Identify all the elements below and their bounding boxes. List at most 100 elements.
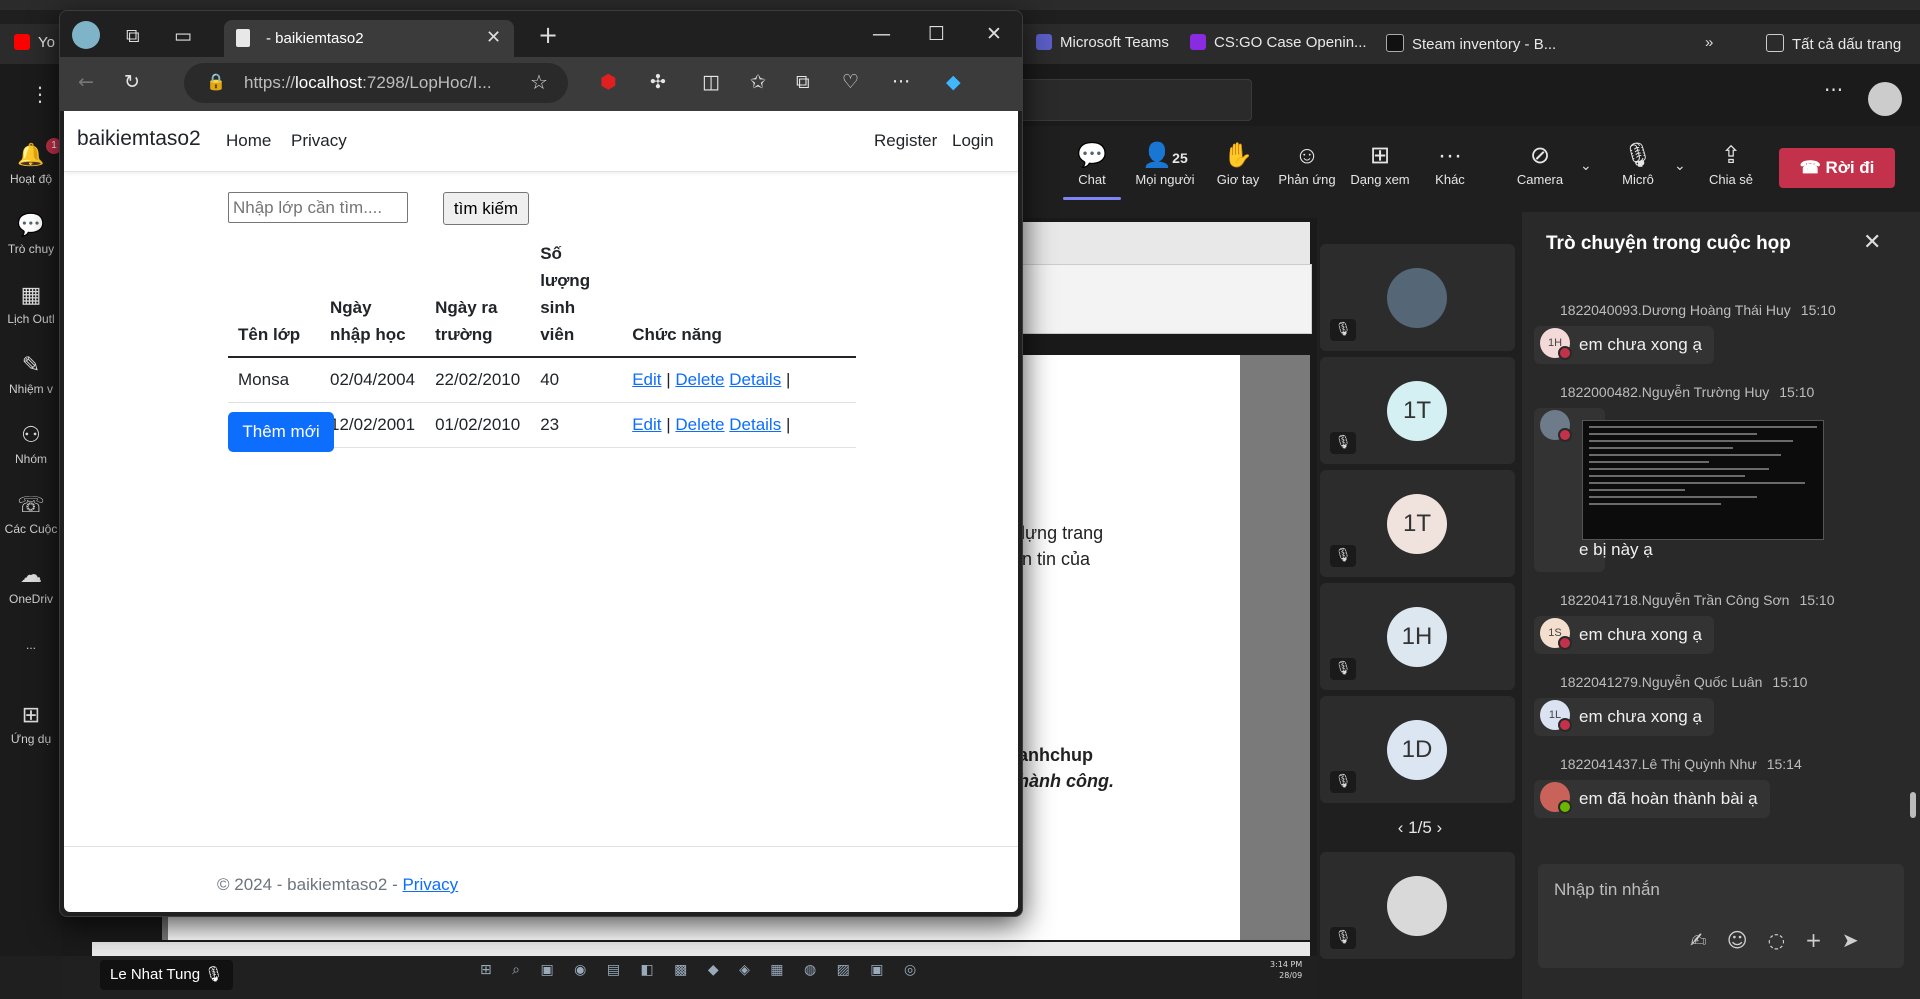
split-screen-icon[interactable]: ◫ xyxy=(702,71,720,93)
url-field[interactable]: 🔒 https://localhost:7298/LopHoc/I... ☆ xyxy=(184,63,568,103)
teams-left-rail: 🔔 1 Hoạt độ 💬 Trò chuy ▦ Lịch Outl ✎ Nhiệm v … xyxy=(0,126,62,956)
refresh-icon[interactable]: ↻ xyxy=(124,71,140,93)
participant-tile[interactable]: 1T 🎙 xyxy=(1320,470,1515,577)
all-bookmarks[interactable]: Tất cả dấu trang xyxy=(1766,34,1901,53)
more-options-icon[interactable]: ··· xyxy=(1824,78,1843,102)
workspaces-icon[interactable]: ⧉ xyxy=(126,25,140,47)
bookmark-steam[interactable]: Steam inventory - B... xyxy=(1386,34,1556,53)
favorites-icon[interactable]: ✩ xyxy=(750,71,766,93)
view-button[interactable]: ⊞ Dạng xem xyxy=(1344,140,1416,187)
send-icon[interactable]: ➤ xyxy=(1842,928,1879,952)
camera-options-chevron-icon[interactable]: ⌄ xyxy=(1580,158,1592,174)
participant-tile[interactable]: 🎙 xyxy=(1320,244,1515,351)
muted-mic-icon: 🎙 xyxy=(1330,771,1356,793)
sender-avatar xyxy=(1540,410,1572,442)
nav-home[interactable]: Home xyxy=(226,131,271,151)
class-search-input[interactable]: Nhập lớp cần tìm.... xyxy=(228,192,408,223)
add-new-button[interactable]: Thêm mới xyxy=(228,412,334,452)
close-window-icon[interactable]: ✕ xyxy=(986,23,1002,45)
new-tab-icon[interactable]: + xyxy=(538,21,558,49)
back-icon[interactable]: ← xyxy=(78,71,94,93)
smiley-icon: ☺ xyxy=(1294,142,1320,169)
bookmark-youtube[interactable]: Yo xyxy=(14,34,55,51)
details-link[interactable]: Details xyxy=(729,370,781,389)
footer-privacy-link[interactable]: Privacy xyxy=(402,875,458,894)
rail-activity[interactable]: 🔔 1 Hoạt độ xyxy=(0,138,62,186)
ellipsis-icon: ··· xyxy=(1438,142,1462,169)
search-button[interactable]: tìm kiếm xyxy=(443,192,529,225)
rail-teams[interactable]: ⚇ Nhóm xyxy=(0,422,62,466)
format-icon[interactable]: ✍ xyxy=(1690,928,1727,952)
profile-avatar[interactable] xyxy=(72,21,100,49)
rail-onedrive[interactable]: ☁ OneDriv xyxy=(0,562,62,606)
settings-more-icon[interactable]: ··· xyxy=(892,71,910,93)
mic-button[interactable]: 🎙 Micrô xyxy=(1608,140,1668,187)
user-avatar[interactable] xyxy=(1868,82,1902,116)
emoji-icon[interactable]: ☺ xyxy=(1727,928,1768,952)
muted-mic-icon: 🎙 xyxy=(1330,658,1356,680)
rail-chat[interactable]: 💬 Trò chuy xyxy=(0,212,62,256)
site-brand[interactable]: baikiemtaso2 xyxy=(77,127,201,151)
raise-hand-button[interactable]: ✋ Giơ tay xyxy=(1208,140,1268,187)
csgo-icon xyxy=(1190,34,1206,50)
bookmark-teams[interactable]: Microsoft Teams xyxy=(1036,34,1169,51)
steam-icon xyxy=(1386,34,1404,52)
favorite-star-icon[interactable]: ☆ xyxy=(530,70,548,94)
rail-more[interactable]: ... xyxy=(0,638,62,652)
rail-tasks[interactable]: ✎ Nhiệm v xyxy=(0,352,62,396)
loop-icon[interactable]: ◌ xyxy=(1768,928,1805,952)
copilot-icon[interactable]: ◆ xyxy=(946,71,961,93)
mic-off-icon: 🎙 xyxy=(1622,142,1654,169)
mic-options-chevron-icon[interactable]: ⌄ xyxy=(1674,158,1686,174)
taskbar-app-icons: ⊞ ⌕ ▣ ◉ ▤ ◧ ▩ ◆ ◈ ▦ ◍ ▨ ▣ ◎ xyxy=(480,962,925,978)
chat-scrollbar[interactable] xyxy=(1910,792,1916,818)
rail-apps[interactable]: ⊞ Ứng dụ xyxy=(0,702,62,746)
minimize-icon[interactable]: — xyxy=(872,23,891,45)
browser-essentials-icon[interactable]: ♡ xyxy=(842,71,859,93)
delete-link[interactable]: Delete xyxy=(675,415,724,434)
grid-icon: ⊞ xyxy=(1369,142,1391,169)
camera-off-icon: ⊘ xyxy=(1529,142,1551,169)
teams-search-box[interactable] xyxy=(1010,79,1252,121)
participant-tile[interactable]: 🎙 xyxy=(1320,852,1515,959)
nav-privacy[interactable]: Privacy xyxy=(291,131,347,151)
participant-tile[interactable]: 1H 🎙 xyxy=(1320,583,1515,690)
extensions-icon[interactable]: ✣ xyxy=(650,71,666,93)
delete-link[interactable]: Delete xyxy=(675,370,724,389)
leave-button[interactable]: ☎ Rời đi xyxy=(1779,148,1895,188)
participant-tile[interactable]: 1T 🎙 xyxy=(1320,357,1515,464)
close-tab-icon[interactable]: ✕ xyxy=(486,27,501,48)
meeting-people-button[interactable]: 👤25 Mọi người xyxy=(1125,140,1205,187)
muted-mic-icon: 🎙 xyxy=(1330,545,1356,567)
maximize-icon[interactable]: ☐ xyxy=(928,23,945,45)
bookmark-csgo[interactable]: CS:GO Case Openin... xyxy=(1190,34,1367,51)
share-button[interactable]: ⇪ Chia sẻ xyxy=(1700,140,1762,187)
bookmarks-overflow-icon[interactable]: » xyxy=(1705,34,1713,51)
next-page-icon[interactable]: › xyxy=(1437,818,1443,837)
edit-link[interactable]: Edit xyxy=(632,370,661,389)
plus-icon[interactable]: + xyxy=(1805,928,1842,952)
adblock-icon[interactable]: ⬢ xyxy=(600,71,617,93)
details-link[interactable]: Details xyxy=(729,415,781,434)
col-end-date: Ngày ra trường xyxy=(425,232,531,358)
meeting-chat-button[interactable]: 💬 Chat xyxy=(1063,140,1121,187)
muted-mic-icon: 🎙 xyxy=(1330,432,1356,454)
camera-button[interactable]: ⊘ Camera xyxy=(1505,140,1575,187)
more-actions-button[interactable]: ··· Khác xyxy=(1420,140,1480,187)
screenshot-attachment[interactable] xyxy=(1582,420,1824,540)
prev-page-icon[interactable]: ‹ xyxy=(1398,818,1408,837)
edge-browser-window: ⧉ ▭ - baikiemtaso2 ✕ + — ☐ ✕ ← ↻ 🔒 https… xyxy=(59,10,1023,917)
close-icon[interactable]: ✕ xyxy=(1863,230,1881,255)
participant-tile[interactable]: 1D 🎙 xyxy=(1320,696,1515,803)
rail-calls[interactable]: ☏ Các Cuộc xyxy=(0,492,62,536)
tab-actions-icon[interactable]: ▭ xyxy=(174,25,192,47)
react-button[interactable]: ☺ Phản ứng xyxy=(1272,140,1342,187)
tab-baikiemtaso2[interactable]: - baikiemtaso2 ✕ xyxy=(224,20,514,57)
chat-icon: 💬 xyxy=(17,212,45,237)
edit-link[interactable]: Edit xyxy=(632,415,661,434)
collections-icon[interactable]: ⧉ xyxy=(796,71,810,93)
nav-login[interactable]: Login xyxy=(952,131,994,151)
rail-calendar[interactable]: ▦ Lịch Outl xyxy=(0,282,62,326)
nav-register[interactable]: Register xyxy=(874,131,937,151)
chat-compose-box[interactable]: Nhập tin nhắn ✍☺◌+➤ xyxy=(1538,864,1904,968)
